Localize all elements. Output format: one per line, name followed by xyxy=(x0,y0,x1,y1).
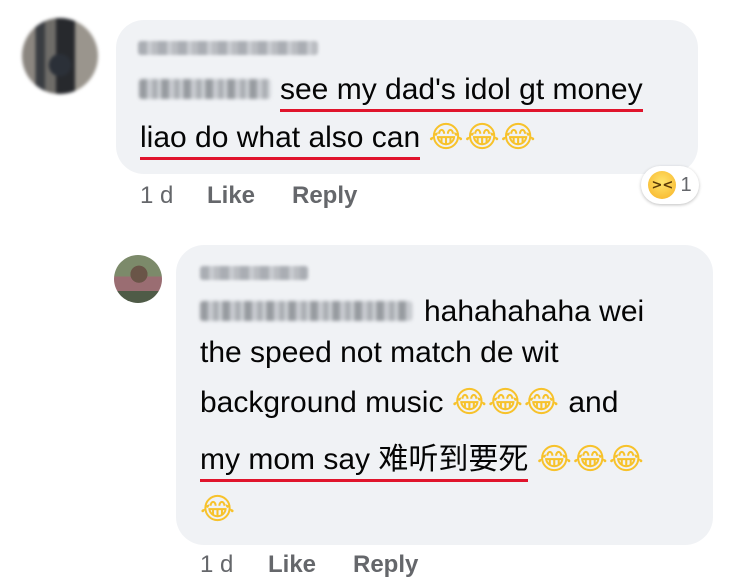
reply-reply-button[interactable]: Reply xyxy=(353,551,418,579)
reply-text-line4: my mom say 难听到要死 😂😂😂 xyxy=(200,440,645,482)
reply-text-line3-part2: and xyxy=(568,386,619,419)
comment-timestamp[interactable]: 1 d xyxy=(140,182,173,210)
comment-mention-tag-redacted[interactable] xyxy=(139,79,271,99)
tears-of-joy-emoji-icon: 😂😂😂 xyxy=(536,442,645,477)
reaction-count: 1 xyxy=(680,173,692,196)
reply-author-name-redacted[interactable] xyxy=(200,266,308,280)
reply-text-line2: the speed not match de wit xyxy=(200,336,559,369)
reply-timestamp[interactable]: 1 d xyxy=(200,551,233,579)
comment-text-underlined-2: liao do what also can xyxy=(140,119,421,160)
comment-text-line1: see my dad's idol gt money xyxy=(280,70,643,112)
reply-mention-tag-redacted[interactable] xyxy=(200,301,412,321)
laughing-squint-emoji-icon: >< xyxy=(648,171,677,199)
comment-reply-button[interactable]: Reply xyxy=(292,182,357,210)
reply-text-line5: 😂 xyxy=(200,490,236,530)
reply-text-line3: background music 😂😂😂 and xyxy=(200,383,618,423)
comment-text-line2: liao do what also can 😂😂😂 xyxy=(140,118,537,160)
tears-of-joy-emoji-icon: 😂 xyxy=(200,492,237,527)
reply-text-line3-part1: background music xyxy=(200,386,444,419)
reaction-summary[interactable]: >< 1 xyxy=(641,166,699,204)
reply-text-underlined: my mom say 难听到要死 xyxy=(200,441,529,482)
comment-like-button[interactable]: Like xyxy=(207,182,255,210)
replier-avatar[interactable] xyxy=(114,255,162,303)
reply-like-button[interactable]: Like xyxy=(268,551,316,579)
tears-of-joy-emoji-icon: 😂😂😂 xyxy=(428,120,537,155)
commenter-avatar[interactable] xyxy=(22,18,98,94)
reply-text-line1: hahahahaha wei xyxy=(424,295,645,328)
comment-text-underlined-1: see my dad's idol gt money xyxy=(280,71,643,112)
comment-author-name-redacted[interactable] xyxy=(138,41,318,55)
tears-of-joy-emoji-icon: 😂😂😂 xyxy=(451,385,560,420)
